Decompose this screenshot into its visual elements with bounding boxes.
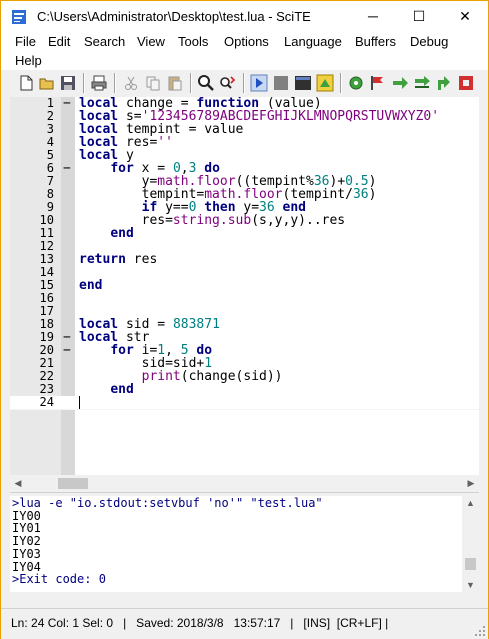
menu-debug[interactable]: Debug: [410, 34, 448, 49]
code-text: end: [79, 226, 134, 241]
code-token-str: '': [157, 135, 173, 150]
code-text: end: [79, 382, 134, 397]
output-line: IY01: [12, 521, 41, 536]
toolbar: [1, 70, 488, 96]
size-grip-icon[interactable]: [474, 625, 486, 637]
menu-view[interactable]: View: [137, 34, 165, 49]
copy-icon[interactable]: [144, 74, 162, 92]
code-line[interactable]: 13 return res: [10, 253, 479, 267]
code-token-op: (s,y,y)..res: [251, 213, 346, 228]
code-line[interactable]: 16: [10, 292, 479, 305]
print-icon[interactable]: [90, 74, 108, 92]
fold-toggle-icon[interactable]: −: [63, 97, 71, 110]
code-token-num: 36: [352, 187, 369, 202]
code-text: return res: [79, 253, 157, 266]
scroll-up-arrow-icon[interactable]: ▲: [462, 496, 479, 510]
code-token-op: [79, 226, 110, 241]
code-token-kw: end: [79, 278, 103, 293]
code-token-op: ): [368, 187, 377, 202]
scroll-right-arrow-icon[interactable]: ▶: [463, 475, 479, 492]
scroll-left-arrow-icon[interactable]: ◀: [10, 475, 26, 492]
minimize-button[interactable]: ─: [350, 1, 396, 32]
status-bar: Ln: 24 Col: 1 Sel: 0 | Saved: 2018/3/8 1…: [1, 608, 488, 639]
code-token-kw: end: [110, 382, 134, 397]
save-icon[interactable]: [59, 74, 77, 92]
step-over-icon[interactable]: [413, 74, 431, 92]
output-line: IY03: [12, 546, 41, 561]
code-token-num: 883871: [172, 317, 220, 332]
text-caret: [79, 396, 80, 409]
console-icon[interactable]: [294, 74, 312, 92]
output-line: >Exit code: 0: [12, 572, 106, 587]
bookmark-flag-icon[interactable]: [369, 74, 387, 92]
menu-help[interactable]: Help: [15, 53, 42, 68]
code-editor[interactable]: 1− local change = function (value) 2 local …: [10, 97, 479, 475]
code-token-str: print: [141, 369, 181, 384]
step-next-icon[interactable]: [391, 74, 409, 92]
menu-edit[interactable]: Edit: [48, 34, 70, 49]
run-icon[interactable]: [250, 74, 268, 92]
code-token-kw: return: [79, 252, 126, 267]
window-title: C:\Users\Administrator\Desktop\test.lua …: [37, 9, 311, 24]
menu-search[interactable]: Search: [84, 34, 125, 49]
fold-toggle-icon[interactable]: −: [63, 344, 71, 357]
fold-toggle-icon[interactable]: −: [63, 162, 71, 175]
open-file-icon[interactable]: [38, 74, 56, 92]
vertical-scroll-thumb[interactable]: [465, 558, 476, 570]
horizontal-scroll-thumb[interactable]: [58, 478, 88, 489]
output-vertical-scrollbar[interactable]: ▲ ▼: [462, 496, 479, 592]
output-pane[interactable]: >lua -e "io.stdout:setvbuf 'no'" "test.l…: [10, 496, 479, 592]
code-line[interactable]: 23 end: [10, 382, 479, 397]
stop-icon[interactable]: [272, 74, 290, 92]
status-text: Ln: 24 Col: 1 Sel: 0 | Saved: 2018/3/8 1…: [11, 616, 389, 630]
output-line: >lua -e "io.stdout:setvbuf 'no'" "test.l…: [12, 496, 323, 510]
code-line[interactable]: 11 end: [10, 226, 479, 241]
maximize-button[interactable]: ☐: [396, 1, 442, 32]
horizontal-scrollbar[interactable]: ◀ ▶: [10, 475, 479, 492]
toolbar-separator: [190, 73, 192, 93]
code-text: end: [79, 279, 102, 292]
toolbar-separator: [114, 73, 116, 93]
title-bar[interactable]: C:\Users\Administrator\Desktop\test.lua …: [1, 1, 488, 32]
menu-file[interactable]: File: [15, 34, 36, 49]
menu-tools[interactable]: Tools: [178, 34, 208, 49]
debug-red-icon[interactable]: [457, 74, 475, 92]
code-token-op: res: [125, 252, 158, 267]
output-line: IY00: [12, 508, 41, 523]
menu-language[interactable]: Language: [284, 34, 342, 49]
compile-icon[interactable]: [316, 74, 334, 92]
code-line[interactable]: 15 end: [10, 279, 479, 293]
replace-icon[interactable]: [219, 74, 237, 92]
menu-options[interactable]: Options: [224, 34, 269, 49]
close-button[interactable]: ✕: [442, 1, 488, 32]
menu-buffers[interactable]: Buffers: [355, 34, 396, 49]
code-token-str: string.sub: [172, 213, 252, 228]
step-out-icon[interactable]: [435, 74, 453, 92]
code-token-op: (change(sid)): [180, 369, 283, 384]
scite-window: C:\Users\Administrator\Desktop\test.lua …: [0, 0, 489, 639]
code-token-op: [79, 382, 110, 397]
output-line: IY04: [12, 559, 41, 574]
paste-icon[interactable]: [166, 74, 184, 92]
scroll-down-arrow-icon[interactable]: ▼: [462, 578, 479, 592]
scite-app-icon: [12, 10, 26, 24]
cut-icon[interactable]: [122, 74, 140, 92]
find-icon[interactable]: [197, 74, 215, 92]
toolbar-separator: [340, 73, 342, 93]
output-line: IY02: [12, 534, 41, 549]
code-token-kw: end: [110, 226, 134, 241]
toolbar-separator: [83, 73, 85, 93]
code-line[interactable]: 24: [10, 396, 479, 410]
new-file-icon[interactable]: [17, 74, 35, 92]
line-number: 24: [39, 395, 54, 409]
toolbar-separator: [243, 73, 245, 93]
menu-bar: File Edit Search View Tools Options Lang…: [1, 32, 488, 70]
settings-icon[interactable]: [347, 74, 365, 92]
